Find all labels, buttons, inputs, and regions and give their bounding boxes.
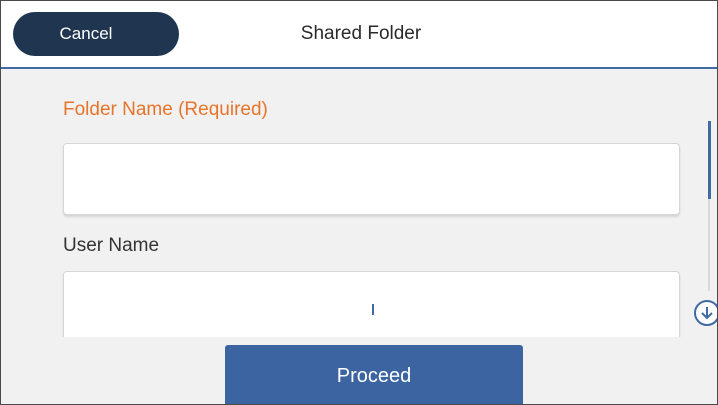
page-title: Shared Folder: [300, 23, 422, 44]
text-cursor: [372, 304, 374, 315]
arrow-down-icon: [701, 307, 713, 320]
arrow-down-circle-icon[interactable]: [694, 300, 717, 326]
footer-bar: Proceed: [1, 337, 717, 404]
screen: Cancel Shared Folder Folder Name (Requir…: [0, 0, 718, 405]
header-bar: Cancel Shared Folder: [1, 1, 717, 69]
folder-name-field[interactable]: [63, 143, 680, 215]
cancel-button[interactable]: Cancel: [13, 12, 179, 56]
proceed-button[interactable]: Proceed: [225, 345, 523, 404]
scrollbar-thumb[interactable]: [708, 121, 711, 199]
folder-name-label: Folder Name (Required): [63, 99, 268, 120]
form-area: Folder Name (Required) User Name: [1, 69, 717, 351]
user-name-label: User Name: [63, 235, 160, 256]
